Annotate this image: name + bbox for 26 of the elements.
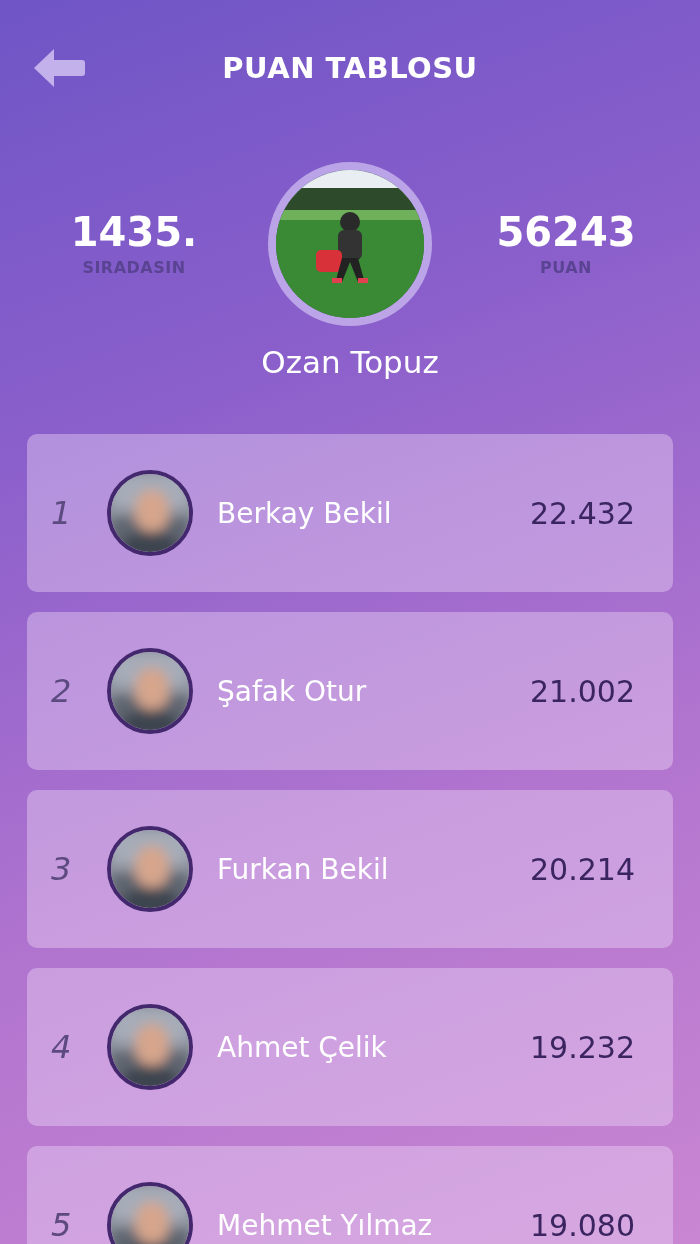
score-value: 56243	[496, 211, 636, 252]
player-score: 22.432	[530, 495, 635, 531]
player-name: Şafak Otur	[217, 674, 368, 708]
rank-number: 2	[51, 672, 73, 710]
leaderboard-row[interactable]: 3 Furkan Bekil 20.214	[27, 790, 673, 948]
score-label: PUAN	[540, 257, 592, 277]
rank-number: 4	[51, 1028, 73, 1066]
leaderboard-row[interactable]: 2 Şafak Otur 21.002	[27, 612, 673, 770]
rank-number: 1	[51, 494, 73, 532]
rank-number: 5	[51, 1206, 73, 1244]
player-score: 21.002	[530, 673, 635, 709]
player-name: Furkan Bekil	[217, 852, 390, 886]
leaderboard-row[interactable]: 4 Ahmet Çelik 19.232	[27, 968, 673, 1126]
player-score: 20.214	[530, 851, 635, 887]
player-score: 19.232	[530, 1029, 635, 1065]
player-score: 19.080	[530, 1207, 635, 1243]
player-name: Berkay Bekil	[217, 496, 393, 530]
player-name: Mehmet Yılmaz	[217, 1208, 434, 1242]
user-name: Ozan Topuz	[260, 344, 440, 380]
leaderboard-row[interactable]: 1 Berkay Bekil 22.432	[27, 434, 673, 592]
back-arrow-icon[interactable]	[32, 46, 86, 90]
leaderboard-row[interactable]: 5 Mehmet Yılmaz 19.080	[27, 1146, 673, 1244]
player-name: Ahmet Çelik	[217, 1030, 388, 1064]
page-title: PUAN TABLOSU	[222, 51, 478, 85]
rank-number: 3	[51, 850, 73, 888]
rank-value: 1435.	[70, 211, 198, 252]
